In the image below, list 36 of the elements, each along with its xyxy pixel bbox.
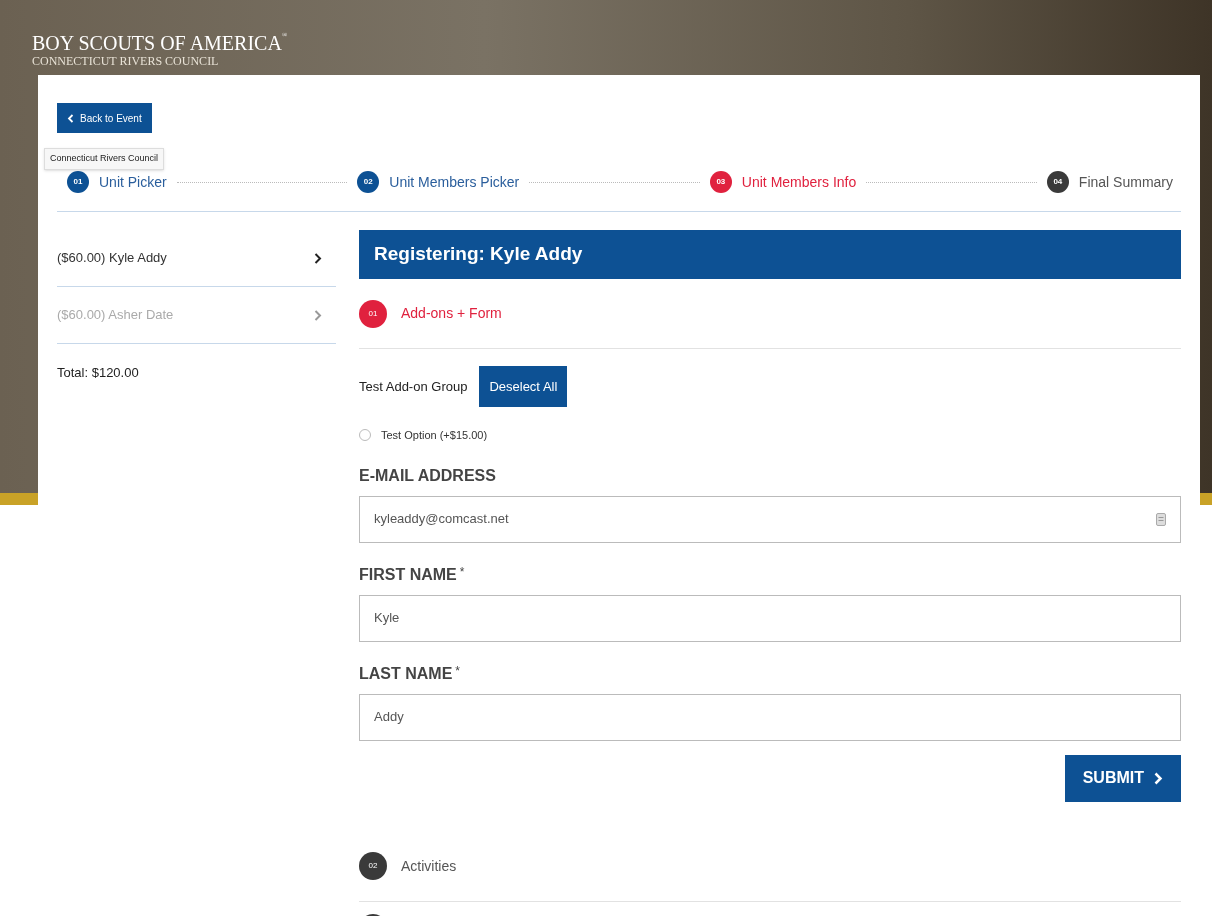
required-mark: * — [459, 563, 465, 581]
form-title: Registering: Kyle Addy — [359, 230, 1181, 279]
option-label: Test Option (+$15.00) — [381, 428, 488, 443]
field-label: LAST NAME — [359, 663, 453, 684]
step-number: 03 — [709, 171, 732, 193]
chevron-right-icon — [314, 252, 322, 264]
logo-title: BOY SCOUTS OF AMERICA — [32, 32, 282, 54]
total-text: Total: $120.00 — [57, 364, 140, 382]
step-number: 04 — [1046, 171, 1069, 193]
section-number: 01 — [359, 299, 387, 328]
section-label: Activities — [401, 856, 457, 876]
step-label[interactable]: Final Summary — [1078, 171, 1173, 193]
chevron-right-icon — [1154, 771, 1163, 785]
step-label[interactable]: Unit Members Picker — [389, 171, 520, 193]
required-mark: * — [455, 662, 460, 680]
input-field[interactable]: kyleaddy@comcast.net — [359, 495, 1181, 543]
section-label: Add-ons + Form — [401, 304, 502, 323]
step-label[interactable]: Unit Picker — [99, 171, 167, 193]
chevron-right-icon — [314, 309, 322, 321]
input-field[interactable]: Addy — [359, 693, 1181, 741]
chevron-left-icon — [67, 113, 74, 123]
input-field[interactable]: Kyle — [359, 594, 1181, 642]
submit-button[interactable]: SUBMIT — [1064, 754, 1181, 802]
field-label: FIRST NAME — [359, 564, 457, 585]
tooltip: Connecticut Rivers Council — [44, 148, 165, 170]
section-number: 02 — [359, 852, 387, 880]
logo-subtitle: CONNECTICUT RIVERS COUNCIL — [32, 54, 220, 68]
back-button[interactable]: Back to Event — [57, 103, 152, 133]
step-label[interactable]: Unit Members Info — [741, 171, 857, 193]
contact-card-icon[interactable] — [1156, 512, 1166, 526]
addon-group-label: Test Add-on Group — [359, 377, 468, 396]
member-item[interactable]: ($60.00) Kyle Addy — [57, 230, 336, 287]
field-label: E-MAIL ADDRESS — [359, 465, 496, 486]
step-number: 02 — [357, 171, 380, 193]
deselect-all-button[interactable]: Deselect All — [479, 366, 568, 407]
step-number: 01 — [67, 171, 89, 193]
